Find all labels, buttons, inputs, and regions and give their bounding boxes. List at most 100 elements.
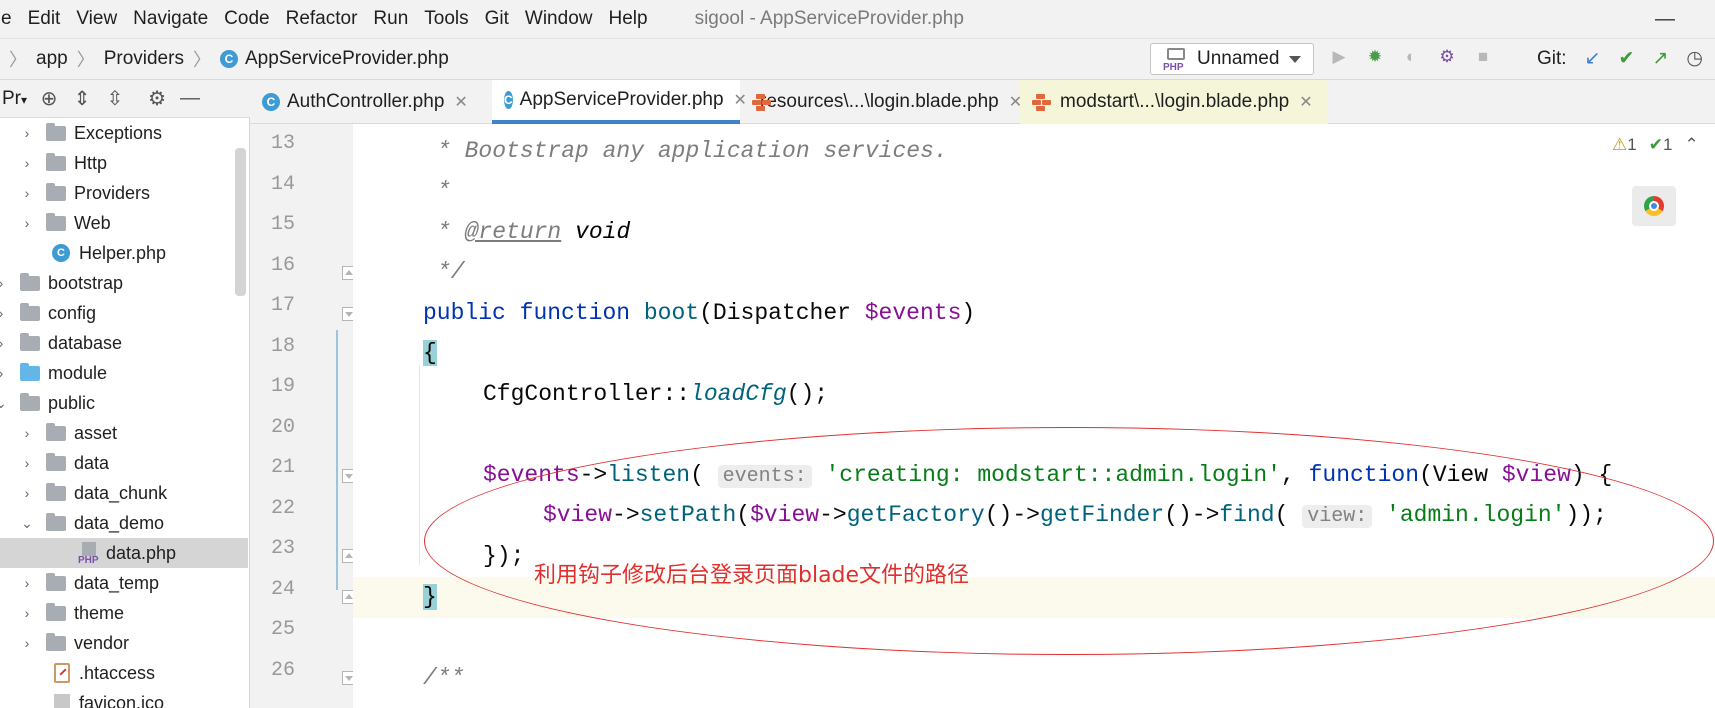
tree-item-data-php[interactable]: PHP data.php — [0, 538, 248, 568]
chevron-right-icon[interactable]: › — [20, 185, 34, 201]
tab-label: AppServiceProvider.php — [519, 89, 724, 110]
chevron-right-icon[interactable]: › — [20, 455, 34, 471]
chevron-right-icon[interactable]: › — [20, 575, 34, 591]
chevron-right-icon[interactable]: › — [20, 605, 34, 621]
tree-scrollbar[interactable] — [235, 148, 246, 296]
menu-code[interactable]: Code — [217, 8, 276, 30]
chevron-down-icon — [1289, 56, 1301, 63]
tree-item-http[interactable]: › Http — [0, 148, 249, 178]
git-update-icon[interactable]: ↙ — [1585, 47, 1601, 70]
tree-item-label: bootstrap — [48, 272, 124, 293]
navigation-bar: 〉 app 〉 Providers 〉 C AppServiceProvider… — [0, 38, 1715, 80]
menu-edit[interactable]: Edit — [21, 8, 68, 30]
chevron-right-icon[interactable]: › — [0, 365, 8, 381]
gear-icon[interactable]: ⚙ — [146, 86, 168, 111]
tree-item-favicon[interactable]: favicon.ico — [0, 688, 249, 708]
tree-item-data[interactable]: › data — [0, 448, 249, 478]
tree-item-data-temp[interactable]: › data_temp — [0, 568, 249, 598]
tree-item-theme[interactable]: › theme — [0, 598, 249, 628]
project-view-selector[interactable]: Pr▾ — [2, 88, 27, 110]
tree-item-module[interactable]: › module — [0, 358, 249, 388]
tree-item-web[interactable]: › Web — [0, 208, 249, 238]
breadcrumb-file[interactable]: C AppServiceProvider.php — [219, 48, 449, 70]
tree-item-label: .htaccess — [79, 662, 156, 683]
hide-icon[interactable]: — — [179, 87, 201, 110]
tree-item-label: vendor — [74, 632, 130, 653]
collapse-all-icon[interactable]: ⇳ — [104, 86, 126, 111]
breadcrumb-app[interactable]: app — [36, 48, 68, 70]
git-history-icon[interactable]: ◷ — [1686, 47, 1703, 70]
chevron-down-icon[interactable]: ⌄ — [20, 515, 34, 532]
coverage-icon[interactable]: ◐ — [1402, 47, 1420, 67]
menu-tools[interactable]: Tools — [417, 8, 475, 30]
tree-item-asset[interactable]: › asset — [0, 418, 249, 448]
menu-window[interactable]: Window — [518, 8, 600, 30]
tree-item-label: Web — [74, 212, 111, 233]
vcs-change-marker[interactable] — [336, 330, 338, 590]
minimize-icon[interactable]: — — [1655, 8, 1675, 31]
chevron-up-icon[interactable]: ⌃ — [1684, 135, 1698, 155]
debug-icon[interactable]: ✹ — [1366, 47, 1384, 67]
git-label: Git: — [1537, 47, 1567, 69]
chevron-right-icon[interactable]: › — [0, 335, 8, 351]
stop-icon[interactable]: ■ — [1474, 47, 1492, 67]
tree-item-public[interactable]: ⌄ public — [0, 388, 249, 418]
tree-item-htaccess[interactable]: .htaccess — [0, 658, 249, 688]
folder-icon — [46, 602, 66, 621]
inspection-widget[interactable]: ⚠1 ✔1 ⌃ — [1612, 135, 1699, 155]
chevron-right-icon[interactable]: › — [20, 155, 34, 171]
open-in-browser-button[interactable] — [1632, 186, 1676, 226]
menu-file[interactable]: e — [0, 8, 19, 30]
tree-item-config[interactable]: › config — [0, 298, 249, 328]
folder-icon — [20, 392, 40, 411]
expand-all-icon[interactable]: ⇕ — [71, 86, 93, 111]
menu-refactor[interactable]: Refactor — [279, 8, 365, 30]
chevron-right-icon[interactable]: › — [0, 275, 8, 291]
tree-item-data-demo[interactable]: ⌄ data_demo — [0, 508, 249, 538]
breadcrumb-providers[interactable]: Providers — [104, 48, 184, 70]
ok-count[interactable]: ✔1 — [1649, 135, 1673, 155]
locate-file-icon[interactable]: ⊕ — [38, 86, 60, 111]
git-commit-icon[interactable]: ✔ — [1618, 47, 1634, 70]
tab-label: modstart\...\login.blade.php — [1060, 91, 1290, 112]
profile-icon[interactable]: ⚙ — [1438, 47, 1456, 67]
line-number: 25 — [270, 618, 295, 641]
tree-item-database[interactable]: › database — [0, 328, 249, 358]
close-icon[interactable]: ✕ — [454, 92, 467, 112]
menu-help[interactable]: Help — [601, 8, 654, 30]
menu-git[interactable]: Git — [478, 8, 516, 30]
chevron-down-icon[interactable]: ⌄ — [0, 395, 8, 412]
chevron-right-icon[interactable]: › — [20, 425, 34, 441]
run-icon[interactable]: ▶ — [1330, 47, 1348, 67]
tab-auth-controller[interactable]: C AuthController.php ✕ — [250, 80, 492, 124]
chevron-right-icon[interactable]: › — [0, 305, 8, 321]
tree-item-providers[interactable]: › Providers — [0, 178, 249, 208]
folder-icon — [46, 182, 66, 201]
menu-run[interactable]: Run — [366, 8, 415, 30]
chevron-right-icon[interactable]: › — [20, 125, 34, 141]
tree-item-data-chunk[interactable]: › data_chunk — [0, 478, 249, 508]
tree-item-bootstrap[interactable]: › bootstrap — [0, 268, 249, 298]
line-number: 16 — [270, 254, 295, 277]
tree-item-exceptions[interactable]: › Exceptions — [0, 118, 249, 148]
menu-view[interactable]: View — [69, 8, 124, 30]
code-line-13: * Bootstrap any application services. — [437, 138, 948, 164]
git-push-icon[interactable]: ↗ — [1652, 47, 1668, 70]
tree-item-label: data_chunk — [74, 482, 168, 503]
menu-navigate[interactable]: Navigate — [126, 8, 215, 30]
tab-label: AuthController.php — [287, 91, 445, 112]
chevron-right-icon[interactable]: › — [20, 485, 34, 501]
chevron-right-icon[interactable]: › — [20, 635, 34, 651]
tree-item-vendor[interactable]: › vendor — [0, 628, 249, 658]
code-line-26: /** — [423, 665, 465, 691]
tab-modstart-login-blade[interactable]: modstart\...\login.blade.php ✕ — [1020, 80, 1328, 124]
tab-app-service-provider[interactable]: C AppServiceProvider.php ✕ — [492, 80, 747, 124]
code-line-19: CfgController::loadCfg(); — [483, 381, 829, 407]
warning-count[interactable]: ⚠1 — [1612, 135, 1637, 155]
chevron-right-icon[interactable]: › — [20, 215, 34, 231]
close-icon[interactable]: ✕ — [1299, 92, 1312, 112]
tree-item-helper-php[interactable]: C Helper.php — [0, 238, 249, 268]
tab-resources-login-blade[interactable]: resources\...\login.blade.php ✕ — [740, 80, 1022, 124]
run-configuration-dropdown[interactable]: PHP Unnamed — [1150, 43, 1314, 75]
folder-icon — [20, 302, 40, 321]
